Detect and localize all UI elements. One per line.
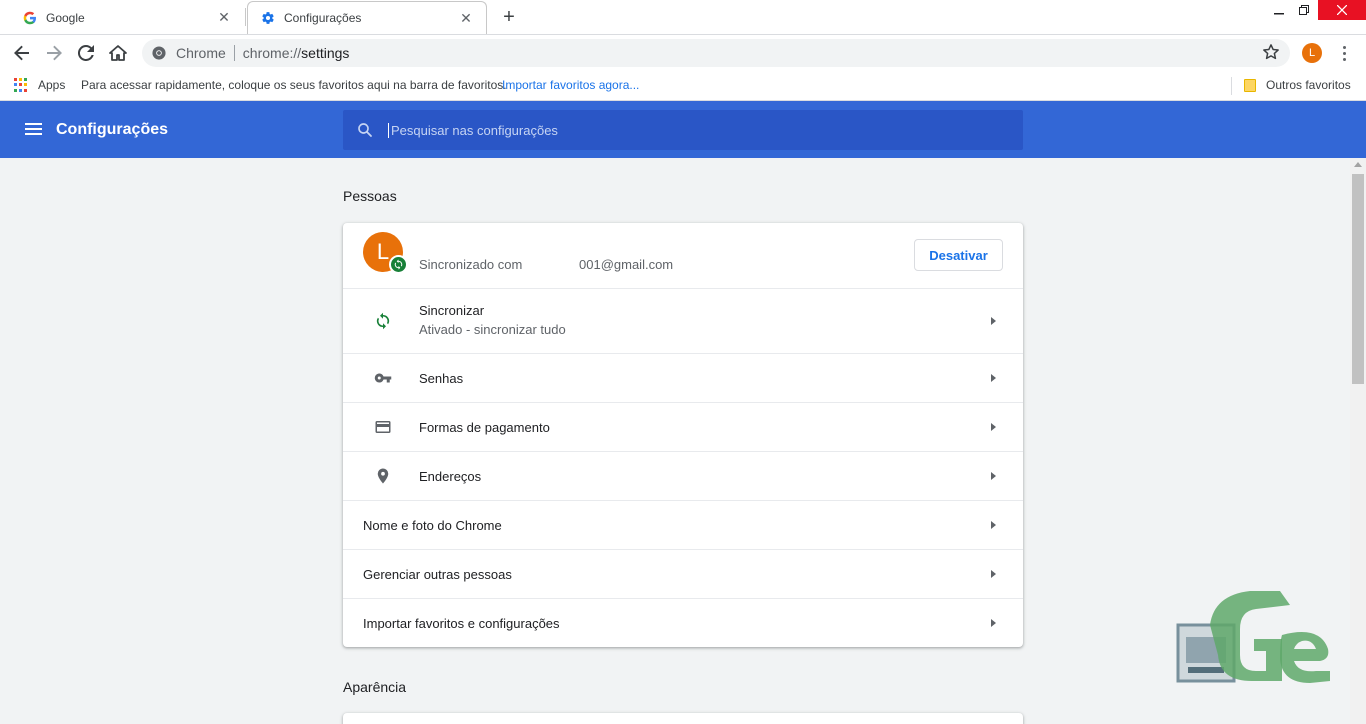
home-icon	[109, 45, 127, 61]
bookmarks-bar: Apps Para acessar rapidamente, coloque o…	[0, 70, 1366, 101]
settings-row-passwords[interactable]: Senhas	[343, 353, 1023, 402]
new-tab-button[interactable]: +	[498, 6, 520, 28]
settings-row-import[interactable]: Importar favoritos e configurações	[343, 598, 1023, 647]
tab-google[interactable]: Google ✕	[10, 1, 244, 34]
settings-row-chrome-name-photo[interactable]: Nome e foto do Chrome	[343, 500, 1023, 549]
location-pin-icon	[373, 466, 393, 486]
back-button[interactable]	[10, 41, 34, 65]
profile-avatar-button[interactable]: L	[1302, 43, 1322, 63]
sync-badge-icon	[389, 255, 408, 274]
omnibox[interactable]: Chrome chrome://settings	[142, 39, 1290, 67]
folder-icon	[1244, 79, 1256, 92]
page-title: Configurações	[56, 121, 169, 138]
key-icon	[373, 368, 393, 388]
tab-settings[interactable]: Configurações ✕	[247, 1, 487, 34]
account-email: 001@gmail.com	[579, 257, 674, 272]
tab-title: Google	[46, 10, 85, 25]
profile-row: L Sincronizado com 001@gmail.com Desativ…	[343, 223, 1023, 288]
turn-off-sync-button[interactable]: Desativar	[914, 239, 1003, 271]
tab-title: Configurações	[284, 11, 362, 25]
restore-button[interactable]	[1289, 0, 1319, 20]
row-label: Formas de pagamento	[419, 419, 550, 435]
row-label: Importar favoritos e configurações	[363, 615, 560, 631]
row-label: Gerenciar outras pessoas	[363, 566, 512, 582]
back-arrow-icon	[14, 45, 29, 61]
hamburger-menu-icon[interactable]	[25, 123, 42, 135]
watermark-logo	[1176, 591, 1330, 683]
arrow-right-icon	[991, 423, 996, 431]
other-bookmarks-folder[interactable]: Outros favoritos	[1266, 78, 1351, 92]
search-icon	[358, 123, 372, 137]
credit-card-icon	[373, 417, 393, 437]
reload-icon	[78, 45, 94, 61]
forward-arrow-icon	[47, 45, 62, 61]
arrow-right-icon	[991, 374, 996, 382]
site-chip: Chrome	[176, 45, 235, 61]
bookmark-star-button[interactable]	[1262, 43, 1282, 63]
settings-content: Pessoas L Sincronizado com 001@gmail.com…	[0, 158, 1350, 724]
row-label: Senhas	[419, 370, 464, 386]
home-button[interactable]	[106, 41, 130, 65]
search-input[interactable]	[388, 122, 1023, 138]
arrow-right-icon	[991, 521, 996, 529]
chrome-logo-icon	[152, 46, 166, 60]
row-label: Sincronizar Ativado - sincronizar tudo	[419, 303, 566, 337]
reload-button[interactable]	[74, 41, 98, 65]
arrow-right-icon	[991, 570, 996, 578]
synced-with-label: Sincronizado com	[419, 257, 523, 272]
close-window-button[interactable]	[1318, 0, 1366, 20]
apps-shortcut[interactable]: Apps	[38, 78, 65, 92]
section-title-appearance: Aparência	[343, 679, 407, 695]
section-title-people: Pessoas	[343, 188, 397, 204]
row-label: Nome e foto do Chrome	[363, 517, 502, 533]
settings-row-addresses[interactable]: Endereços	[343, 451, 1023, 500]
forward-button[interactable]	[42, 41, 66, 65]
page-scrollbar[interactable]	[1350, 158, 1366, 724]
star-icon	[1263, 44, 1279, 60]
tab-strip: Google ✕ Configurações ✕ +	[0, 0, 1366, 34]
google-g-icon	[22, 10, 38, 26]
url-text: chrome://settings	[242, 45, 350, 61]
sync-icon	[373, 311, 393, 331]
scroll-up-arrow-icon[interactable]	[1354, 162, 1362, 167]
row-sublabel: Ativado - sincronizar tudo	[419, 322, 566, 337]
import-bookmarks-link[interactable]: Importar favoritos agora...	[502, 78, 639, 92]
settings-gear-icon	[260, 10, 276, 26]
settings-row-sync[interactable]: Sincronizar Ativado - sincronizar tudo	[343, 288, 1023, 353]
apps-grid-icon[interactable]	[14, 78, 28, 92]
bookmarks-hint: Para acessar rapidamente, coloque os seu…	[81, 78, 507, 92]
people-card: L Sincronizado com 001@gmail.com Desativ…	[343, 223, 1023, 647]
arrow-right-icon	[991, 619, 996, 627]
settings-search[interactable]	[343, 110, 1023, 150]
close-tab-icon[interactable]: ✕	[216, 9, 232, 26]
close-tab-icon[interactable]: ✕	[458, 10, 474, 26]
chrome-menu-icon[interactable]	[1336, 43, 1352, 63]
appearance-card	[343, 713, 1023, 724]
row-label: Endereços	[419, 468, 482, 484]
scroll-thumb[interactable]	[1352, 174, 1364, 384]
arrow-right-icon	[991, 317, 996, 325]
arrow-right-icon	[991, 472, 996, 480]
settings-row-payment[interactable]: Formas de pagamento	[343, 402, 1023, 451]
bookmarks-divider	[1231, 77, 1232, 95]
browser-toolbar: Chrome chrome://settings L	[0, 34, 1366, 70]
tab-divider	[245, 8, 246, 26]
settings-row-manage-people[interactable]: Gerenciar outras pessoas	[343, 549, 1023, 598]
settings-header: Configurações	[0, 101, 1366, 158]
